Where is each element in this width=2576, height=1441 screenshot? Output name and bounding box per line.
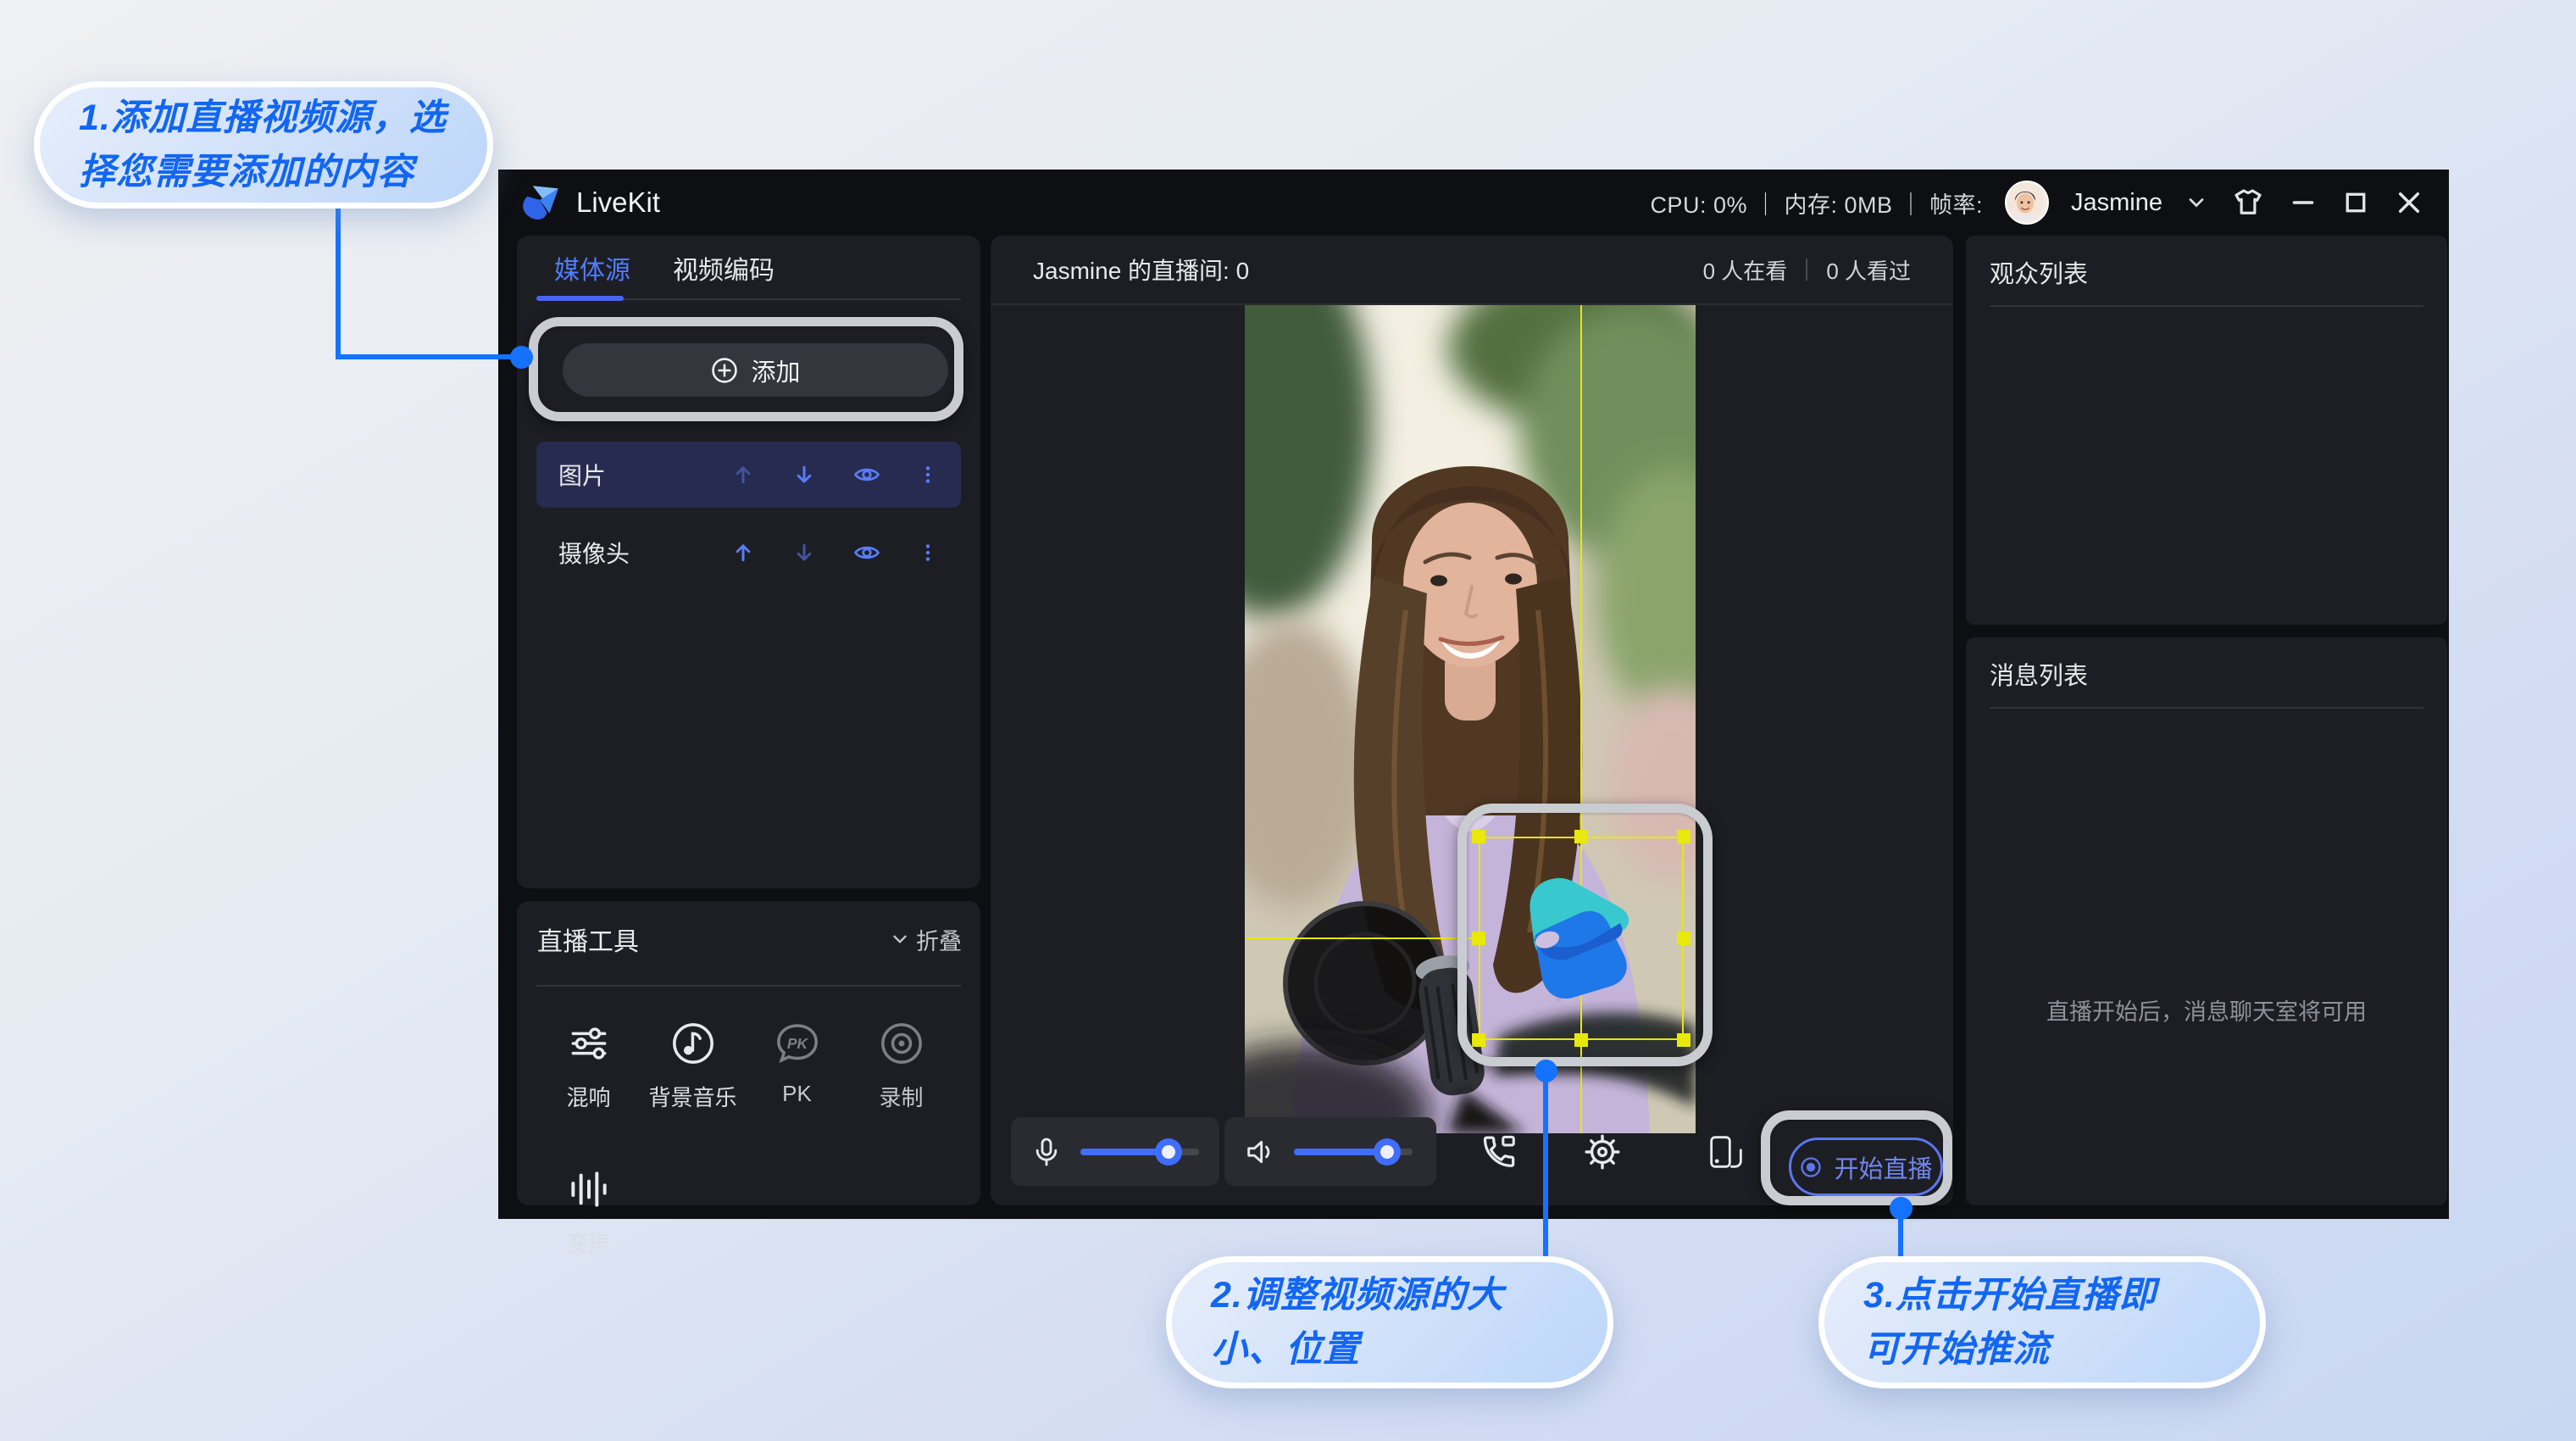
move-up-icon[interactable] [730, 540, 756, 565]
maximize-button[interactable] [2340, 187, 2371, 218]
call-button[interactable] [1474, 1117, 1524, 1186]
source-row-image[interactable]: 图片 [536, 442, 961, 508]
speaker-slider-thumb[interactable] [1374, 1138, 1401, 1166]
tool-pk[interactable]: PK PK [745, 1001, 849, 1147]
stats-divider [1806, 259, 1807, 281]
collapse-toggle[interactable]: 折叠 [889, 923, 962, 956]
source-label: 图片 [558, 458, 606, 492]
message-list-title: 消息列表 [1990, 656, 2088, 692]
move-up-icon[interactable] [730, 462, 756, 487]
speaker-icon [1243, 1135, 1277, 1169]
callout1-connector-horizontal [336, 354, 517, 359]
tool-record[interactable]: 录制 [849, 1001, 953, 1147]
live-tools-panel: 直播工具 折叠 混响 [517, 901, 980, 1205]
more-options-icon[interactable] [917, 462, 939, 487]
callout2-connector-line [1543, 1070, 1548, 1260]
tool-label: 变声 [566, 1227, 610, 1258]
callout-text: 3.点击开始直播即 [1863, 1268, 2221, 1322]
visibility-eye-icon[interactable] [852, 460, 881, 489]
app-title: LiveKit [576, 186, 660, 219]
tool-label: 录制 [879, 1081, 923, 1112]
svg-text:PK: PK [786, 1035, 808, 1052]
start-streaming-button[interactable]: 开始直播 [1789, 1138, 1943, 1196]
callout-step-3: 3.点击开始直播即 可开始推流 [1818, 1256, 2266, 1388]
room-title: Jasmine 的直播间: 0 [1033, 253, 1249, 287]
tool-background-music[interactable]: 背景音乐 [641, 1001, 745, 1147]
tool-label: PK [782, 1081, 812, 1107]
page: LiveKit CPU: 0% ｜ 内存: 0MB ｜ 帧率: Jasmine [0, 0, 2576, 1441]
record-dot-icon [1799, 1155, 1823, 1179]
collapse-label: 折叠 [916, 923, 962, 956]
audience-divider [1990, 305, 2423, 307]
tab-video-encoding[interactable]: 视频编码 [673, 249, 774, 287]
speaker-volume-control[interactable] [1224, 1117, 1436, 1186]
add-source-button[interactable]: 添加 [563, 343, 948, 397]
chat-placeholder-text: 直播开始后，消息聊天室将可用 [1966, 993, 2447, 1027]
pk-bubble-icon: PK [774, 1020, 821, 1067]
callout-text: 可开始推流 [1863, 1322, 2221, 1377]
mixer-sliders-icon [565, 1020, 613, 1067]
microphone-icon [1030, 1135, 1063, 1169]
username[interactable]: Jasmine [2071, 189, 2162, 217]
callout2-connector-dot [1535, 1060, 1557, 1082]
avatar[interactable] [2005, 181, 2049, 225]
start-streaming-label: 开始直播 [1834, 1149, 1932, 1185]
tab-media-source[interactable]: 媒体源 [554, 249, 630, 287]
mic-slider-thumb[interactable] [1155, 1138, 1182, 1166]
tool-label: 混响 [566, 1081, 610, 1112]
visibility-eye-icon[interactable] [852, 538, 881, 567]
chevron-down-icon[interactable] [2185, 191, 2208, 214]
tool-voice-changer[interactable]: 变声 [536, 1147, 641, 1293]
audience-list-panel: 观众列表 [1966, 236, 2447, 625]
audience-list-title: 观众列表 [1990, 254, 2088, 290]
horizontal-guide-line [1245, 937, 1480, 939]
message-list-panel: 消息列表 直播开始后，消息聊天室将可用 [1966, 637, 2447, 1205]
live-tools-title: 直播工具 [537, 921, 639, 958]
minimize-button[interactable] [2288, 187, 2318, 218]
source-row-camera[interactable]: 摄像头 [536, 520, 961, 586]
callout3-connector-dot [1890, 1197, 1913, 1220]
tool-label: 背景音乐 [648, 1081, 736, 1112]
more-options-icon[interactable] [917, 540, 939, 565]
callout-text: 1.添加直播视频源，选 [79, 91, 448, 145]
move-down-icon[interactable] [791, 540, 817, 565]
layout-orientation-button[interactable] [1701, 1117, 1752, 1186]
close-button[interactable] [2393, 186, 2425, 219]
add-source-label: 添加 [751, 353, 800, 388]
media-sources-panel: 媒体源 视频编码 添加 图片 [517, 236, 980, 888]
overlay-highlight-ring [1457, 804, 1713, 1066]
watched-count: 0 人看过 [1826, 254, 1911, 286]
sidebar-tabs: 媒体源 视频编码 [517, 236, 980, 300]
app-logo-icon [519, 181, 561, 224]
app-window: LiveKit CPU: 0% ｜ 内存: 0MB ｜ 帧率: Jasmine [498, 170, 2449, 1219]
plus-circle-icon [710, 356, 739, 385]
callout-step-1: 1.添加直播视频源，选 择您需要添加的内容 [34, 81, 493, 209]
title-bar: LiveKit CPU: 0% ｜ 内存: 0MB ｜ 帧率: Jasmine [498, 170, 2449, 236]
speaker-volume-slider[interactable] [1294, 1149, 1413, 1155]
mic-volume-slider[interactable] [1080, 1149, 1199, 1155]
move-down-icon[interactable] [791, 462, 817, 487]
tools-divider [536, 985, 961, 987]
mic-volume-control[interactable] [1011, 1117, 1219, 1186]
add-button-highlight-ring: 添加 [529, 317, 963, 421]
start-button-highlight-ring: 开始直播 [1761, 1110, 1952, 1205]
active-tab-underline [536, 296, 624, 301]
watching-count: 0 人在看 [1703, 254, 1788, 286]
callout1-connector-dot [510, 346, 533, 369]
performance-stats: CPU: 0% ｜ 内存: 0MB ｜ 帧率: [1650, 186, 1983, 220]
record-disc-icon [878, 1020, 925, 1067]
waveform-icon [565, 1166, 613, 1213]
music-note-icon [669, 1020, 717, 1067]
theme-skin-icon[interactable] [2230, 185, 2266, 220]
messages-divider [1990, 707, 2423, 709]
source-label: 摄像头 [558, 536, 630, 570]
preview-panel: Jasmine 的直播间: 0 0 人在看 0 人看过 [991, 236, 1953, 1205]
callout-text: 小、位置 [1211, 1322, 1568, 1377]
callout-text: 2.调整视频源的大 [1211, 1268, 1568, 1322]
callout-step-2: 2.调整视频源的大 小、位置 [1166, 1256, 1613, 1388]
tool-reverb[interactable]: 混响 [536, 1001, 641, 1147]
settings-gear-button[interactable] [1577, 1117, 1628, 1186]
callout-text: 择您需要添加的内容 [79, 145, 448, 199]
callout1-connector-vertical [336, 207, 341, 359]
